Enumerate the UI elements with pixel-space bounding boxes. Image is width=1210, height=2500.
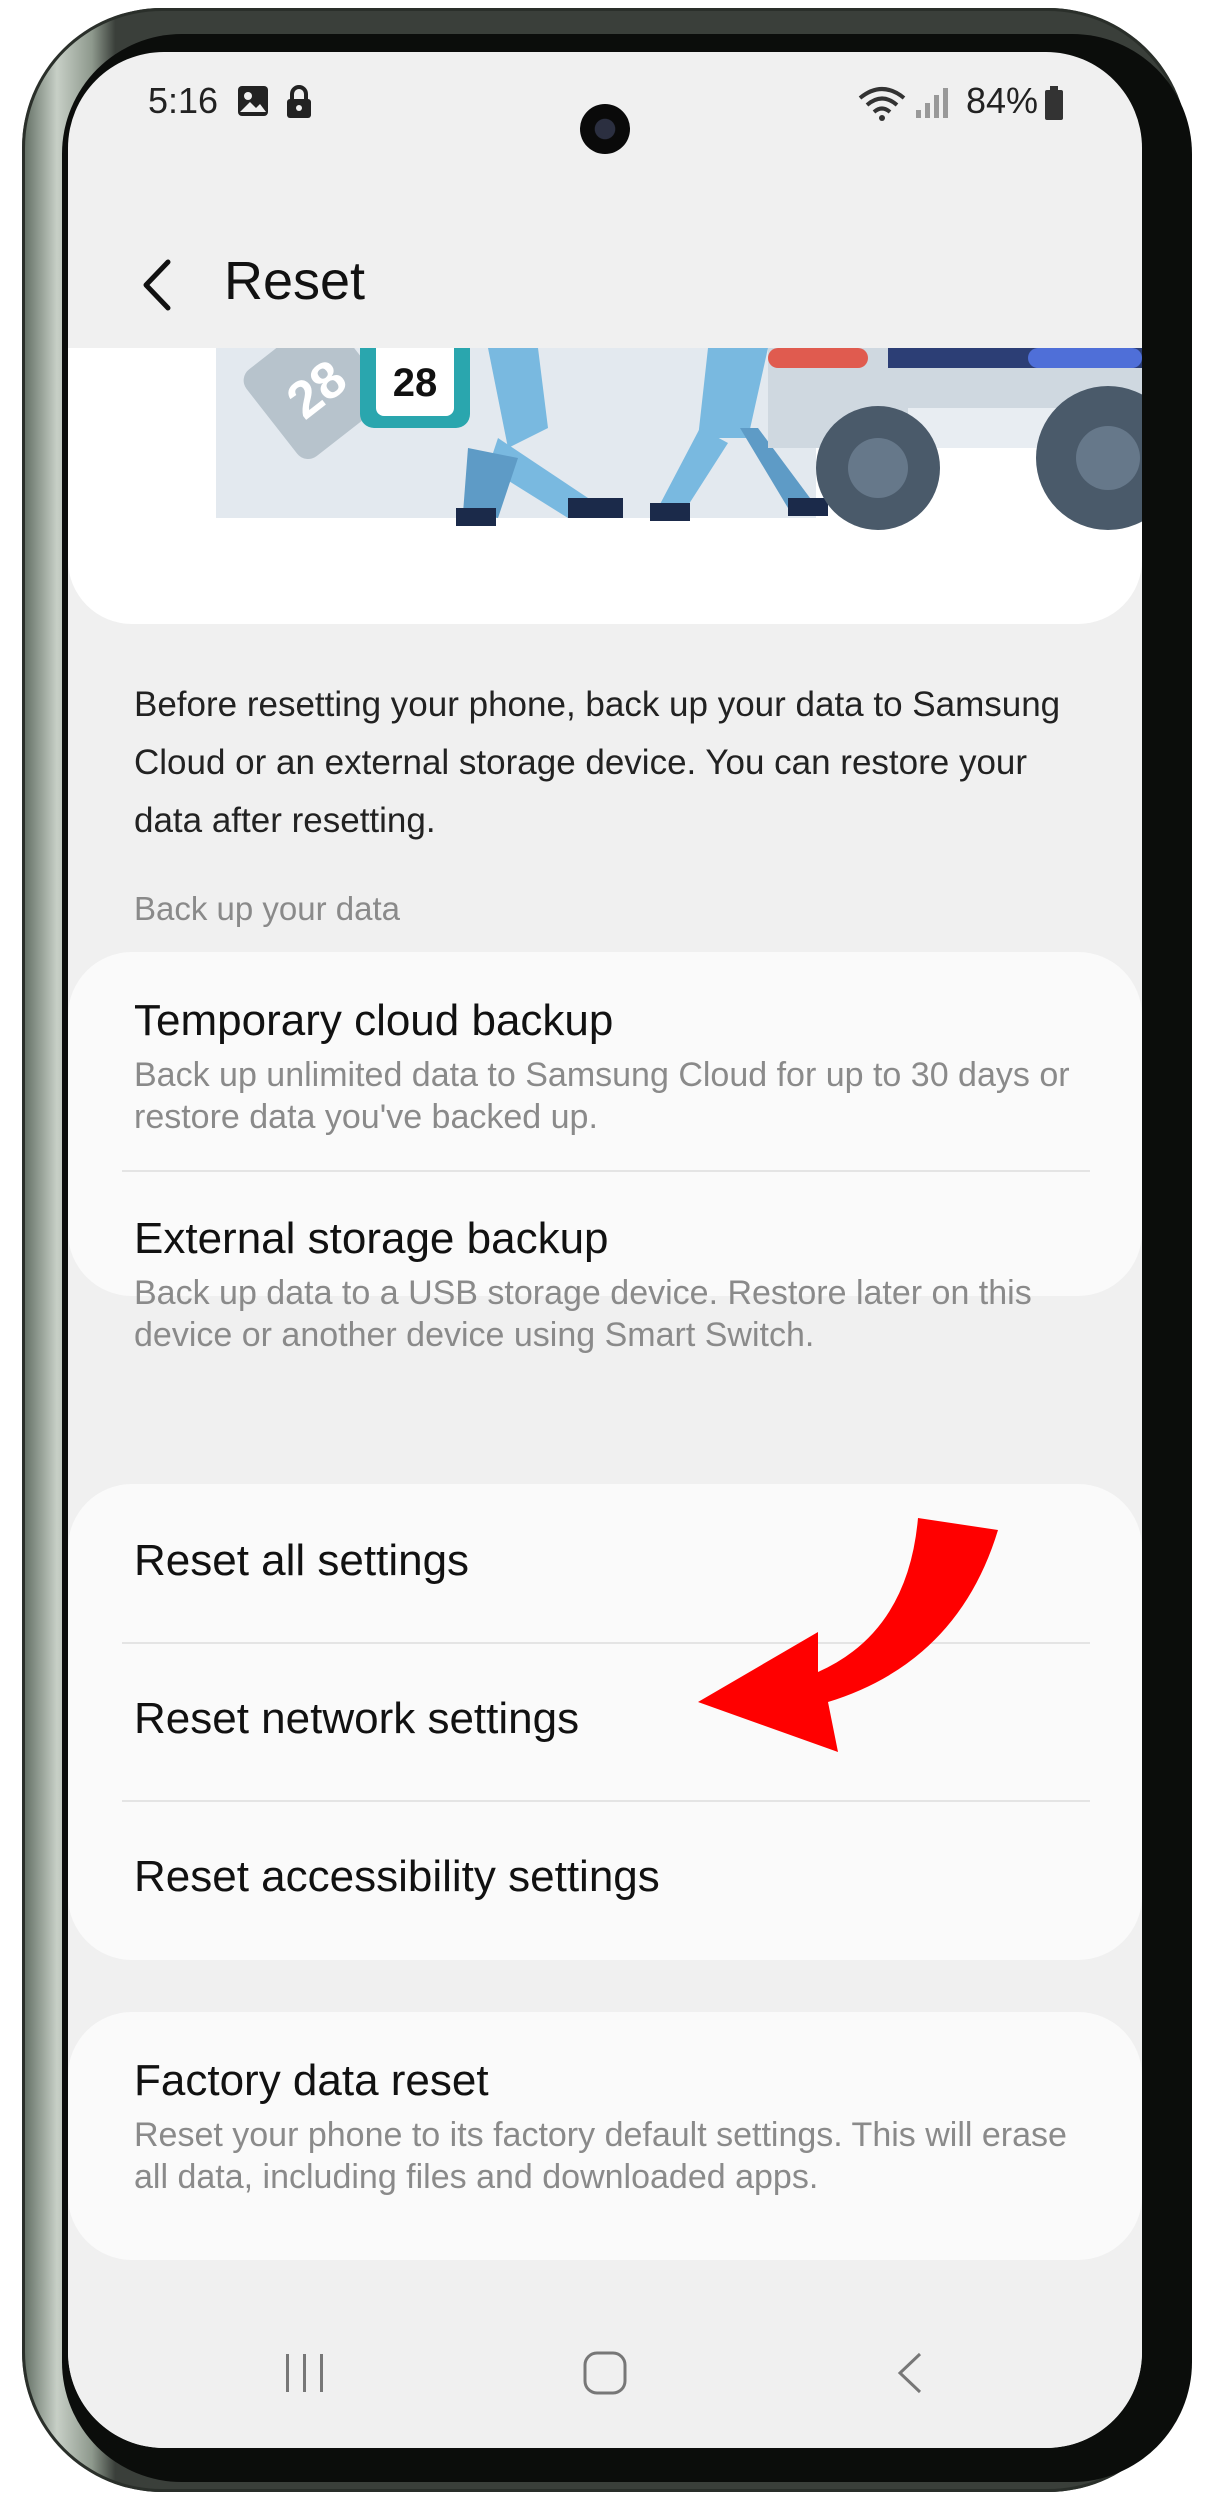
item-title: Reset accessibility settings xyxy=(134,1852,660,1901)
intro-text: Before resetting your phone, back up you… xyxy=(134,685,1061,840)
front-camera xyxy=(580,104,630,154)
calendar-number: 28 xyxy=(393,361,438,405)
home-icon[interactable] xyxy=(580,2348,630,2403)
signal-icon xyxy=(914,86,950,125)
item-title: Factory data reset xyxy=(134,2056,489,2105)
status-bar: 5:16 84% xyxy=(68,74,1142,154)
factory-data-reset-item[interactable]: Factory data reset Reset your phone to i… xyxy=(134,2056,1092,2198)
reset-banner-illustration: 28 28 xyxy=(68,348,1142,624)
back-button[interactable] xyxy=(128,250,188,320)
item-subtitle: Back up unlimited data to Samsung Cloud … xyxy=(134,1056,1070,1136)
factory-reset-card: Factory data reset Reset your phone to i… xyxy=(68,2012,1142,2260)
item-title: Temporary cloud backup xyxy=(134,996,614,1045)
battery-percentage: 84% xyxy=(965,80,1038,121)
backup-card: Temporary cloud backup Back up unlimited… xyxy=(68,952,1142,1354)
status-time: 5:16 xyxy=(148,80,219,121)
battery-icon xyxy=(1044,86,1064,125)
screen: 5:16 84% Reset 28 28 Before resetting yo… xyxy=(68,52,1142,2448)
divider xyxy=(122,1170,1090,1172)
gallery-icon xyxy=(236,84,270,123)
item-title: External storage backup xyxy=(134,1214,609,1263)
back-arrow-icon xyxy=(143,259,171,311)
lock-icon xyxy=(284,84,314,125)
temporary-cloud-backup-item[interactable]: Temporary cloud backup Back up unlimited… xyxy=(134,996,1092,1138)
annotation-arrow-icon xyxy=(698,1518,998,1752)
external-storage-backup-item[interactable]: External storage backup Back up data to … xyxy=(134,1214,1092,1356)
item-subtitle: Reset your phone to its factory default … xyxy=(134,2116,1067,2196)
app-header: Reset xyxy=(68,222,1142,322)
page-title: Reset xyxy=(224,251,366,311)
reset-accessibility-settings-item[interactable]: Reset accessibility settings xyxy=(134,1852,1092,1912)
recent-apps-icon[interactable] xyxy=(280,2348,330,2403)
nav-back-icon[interactable] xyxy=(886,2348,936,2403)
section-label-backup: Back up your data xyxy=(134,890,400,927)
wifi-icon xyxy=(858,86,906,127)
navigation-bar xyxy=(68,2308,1142,2448)
item-subtitle: Back up data to a USB storage device. Re… xyxy=(134,1274,1032,1354)
